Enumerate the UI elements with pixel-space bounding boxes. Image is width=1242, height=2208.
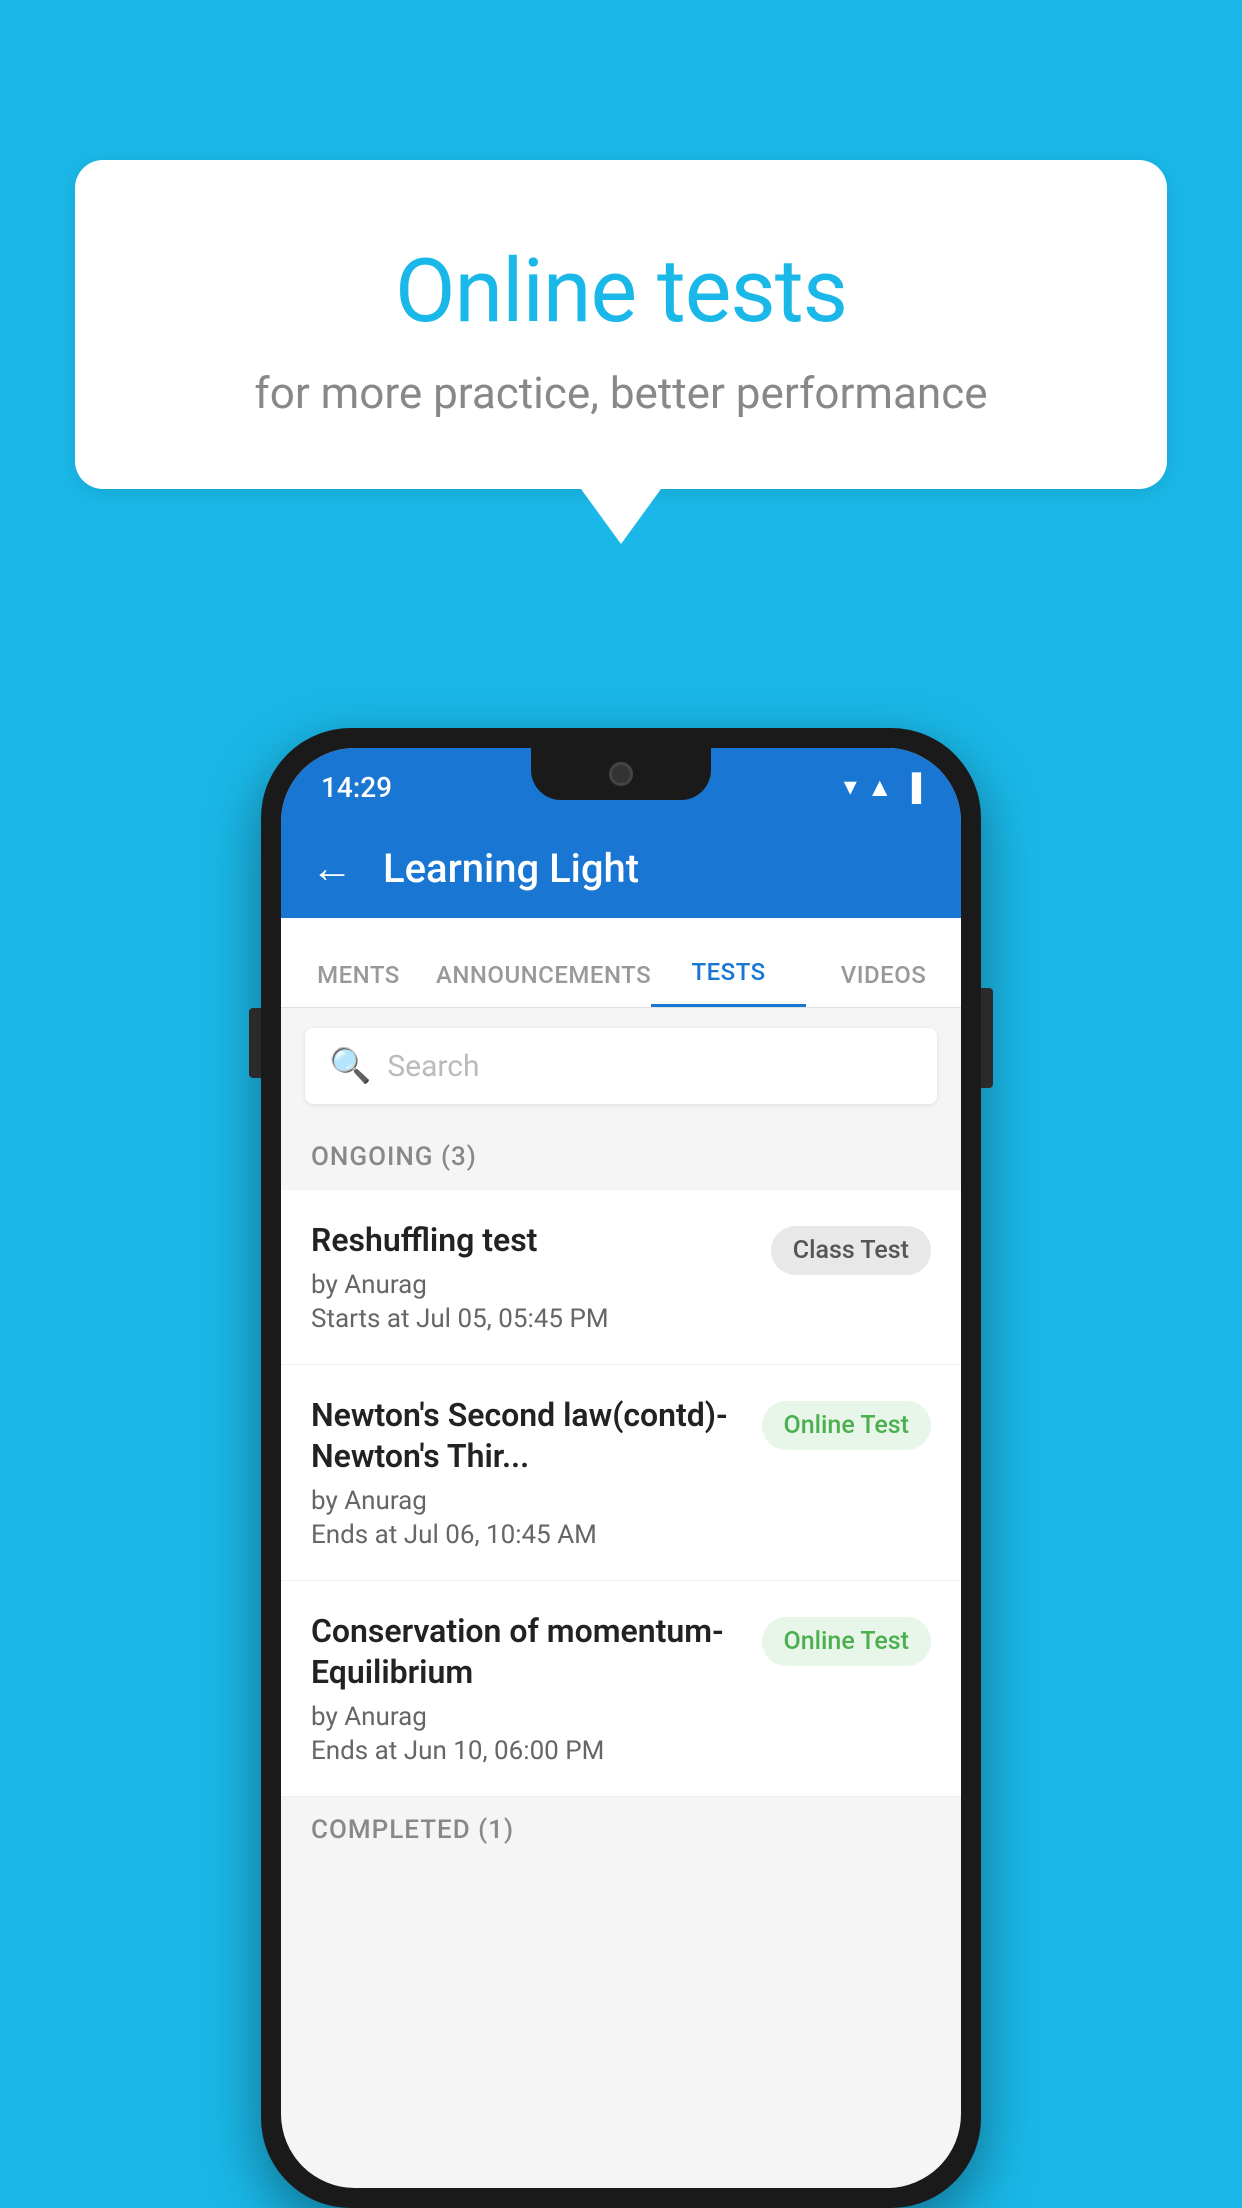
wifi-icon: ▾: [844, 772, 857, 802]
back-button[interactable]: ←: [311, 844, 353, 893]
signal-icon: ▲: [867, 772, 893, 803]
app-bar: ← Learning Light: [281, 818, 961, 918]
ongoing-section-header: ONGOING (3): [281, 1124, 961, 1190]
test-date-3: Ends at Jun 10, 06:00 PM: [311, 1736, 742, 1766]
test-list: Reshuffling test by Anurag Starts at Jul…: [281, 1190, 961, 1797]
phone-mockup: 14:29 ▾ ▲ ▐ ← Learning Light MENTS ANNOU…: [261, 728, 981, 2208]
test-date-2: Ends at Jul 06, 10:45 AM: [311, 1520, 742, 1550]
test-date-1: Starts at Jul 05, 05:45 PM: [311, 1304, 751, 1334]
status-icons: ▾ ▲ ▐: [844, 772, 921, 803]
search-icon: 🔍: [329, 1046, 371, 1086]
test-item[interactable]: Conservation of momentum-Equilibrium by …: [281, 1581, 961, 1797]
test-info-3: Conservation of momentum-Equilibrium by …: [311, 1611, 762, 1766]
phone-outer: 14:29 ▾ ▲ ▐ ← Learning Light MENTS ANNOU…: [261, 728, 981, 2208]
test-title-2: Newton's Second law(contd)-Newton's Thir…: [311, 1395, 742, 1478]
test-info-2: Newton's Second law(contd)-Newton's Thir…: [311, 1395, 762, 1550]
status-time: 14:29: [321, 771, 392, 804]
bubble-title: Online tests: [135, 240, 1107, 343]
app-bar-title: Learning Light: [383, 845, 639, 892]
tab-announcements[interactable]: ANNOUNCEMENTS: [436, 918, 651, 1007]
completed-label: COMPLETED (1): [311, 1815, 514, 1845]
test-badge-1: Class Test: [771, 1226, 931, 1275]
promo-section: Online tests for more practice, better p…: [75, 160, 1167, 544]
completed-section-header: COMPLETED (1): [281, 1797, 961, 1863]
phone-screen: 14:29 ▾ ▲ ▐ ← Learning Light MENTS ANNOU…: [281, 748, 961, 2188]
battery-icon: ▐: [903, 772, 921, 803]
test-item[interactable]: Newton's Second law(contd)-Newton's Thir…: [281, 1365, 961, 1581]
test-title-1: Reshuffling test: [311, 1220, 751, 1262]
test-author-1: by Anurag: [311, 1270, 751, 1300]
ongoing-label: ONGOING (3): [311, 1142, 477, 1172]
tab-videos[interactable]: VIDEOS: [806, 918, 961, 1007]
test-item[interactable]: Reshuffling test by Anurag Starts at Jul…: [281, 1190, 961, 1365]
phone-notch: [531, 748, 711, 800]
test-badge-3: Online Test: [762, 1617, 931, 1666]
camera: [609, 762, 633, 786]
test-info-1: Reshuffling test by Anurag Starts at Jul…: [311, 1220, 771, 1334]
test-author-2: by Anurag: [311, 1486, 742, 1516]
tab-ments[interactable]: MENTS: [281, 918, 436, 1007]
tabs-bar: MENTS ANNOUNCEMENTS TESTS VIDEOS: [281, 918, 961, 1008]
search-input[interactable]: Search: [387, 1049, 479, 1084]
search-section: 🔍 Search: [281, 1008, 961, 1124]
test-author-3: by Anurag: [311, 1702, 742, 1732]
speech-bubble: Online tests for more practice, better p…: [75, 160, 1167, 489]
bubble-arrow: [581, 489, 661, 544]
bubble-subtitle: for more practice, better performance: [135, 367, 1107, 419]
tab-tests[interactable]: TESTS: [651, 918, 806, 1007]
test-badge-2: Online Test: [762, 1401, 931, 1450]
test-title-3: Conservation of momentum-Equilibrium: [311, 1611, 742, 1694]
search-bar[interactable]: 🔍 Search: [305, 1028, 937, 1104]
